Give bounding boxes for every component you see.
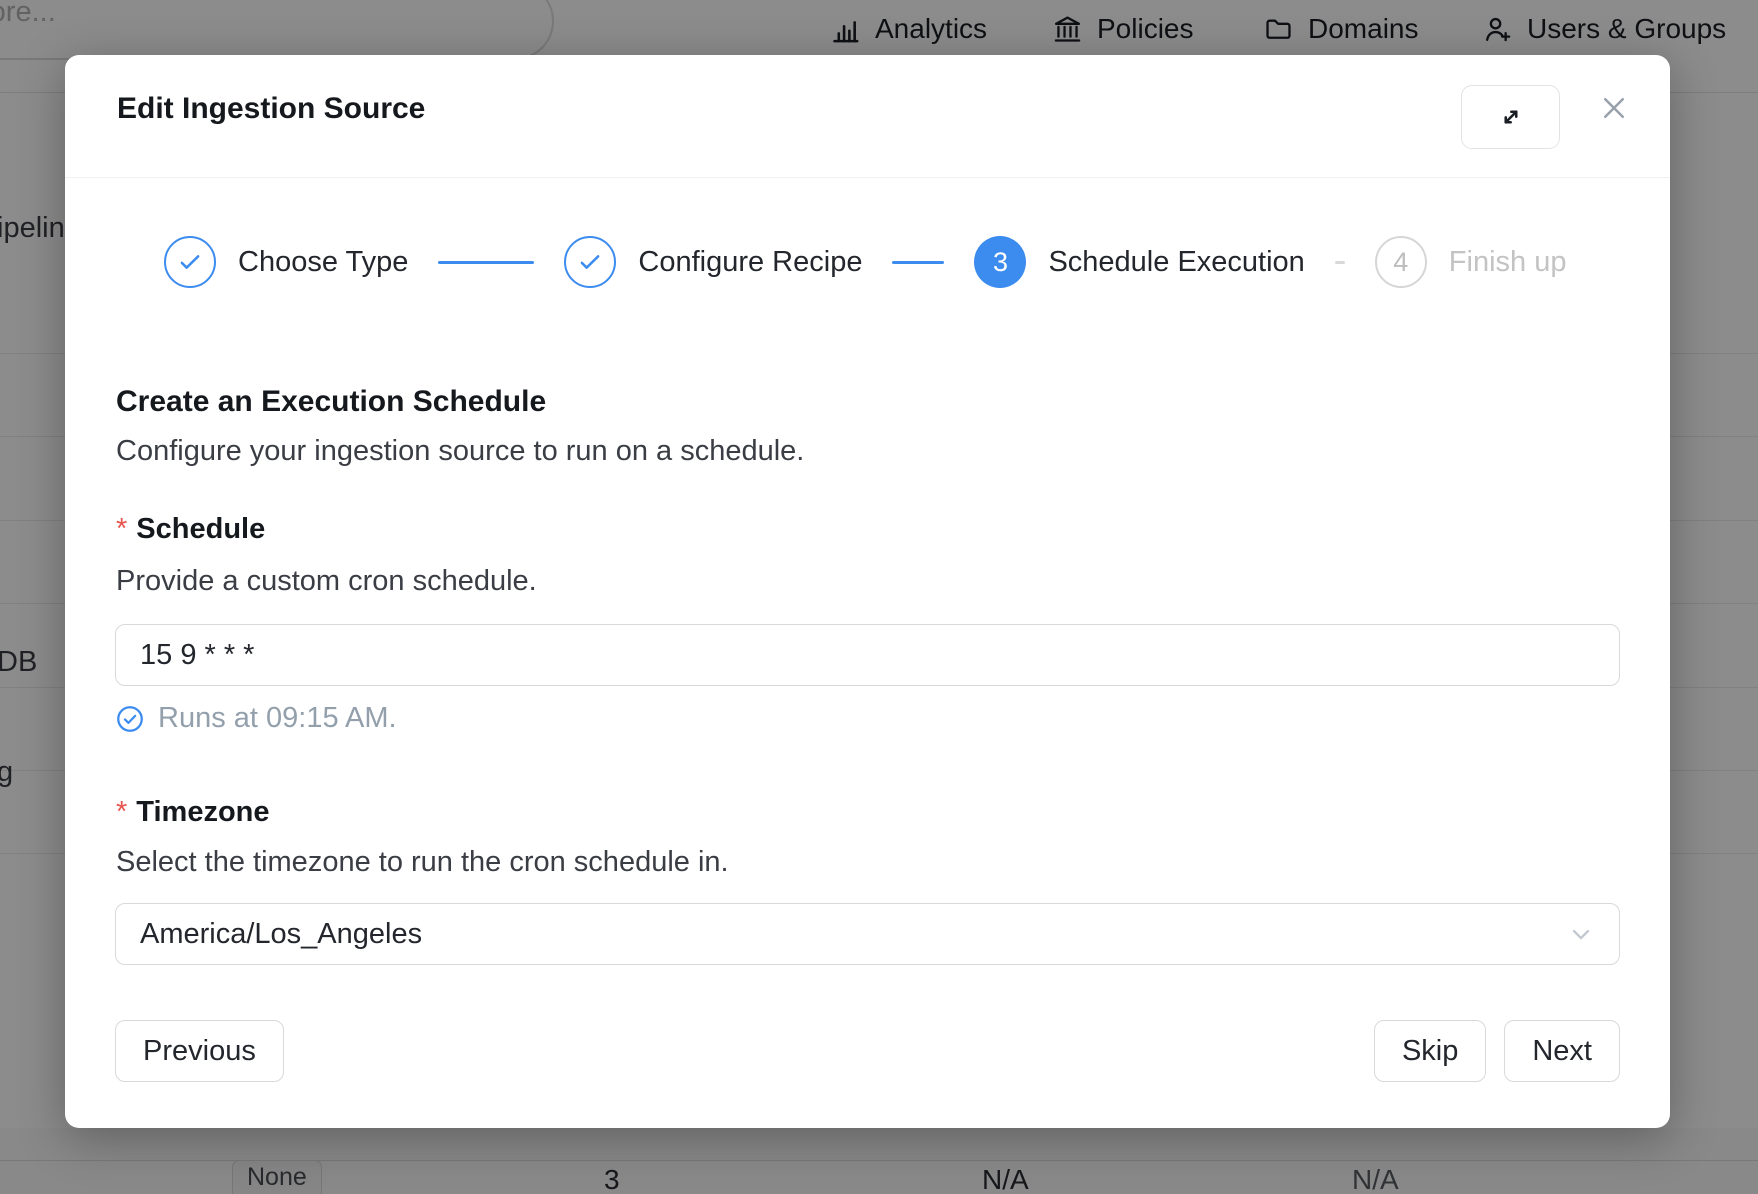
chevron-down-icon bbox=[1567, 920, 1595, 948]
close-icon bbox=[1599, 93, 1629, 123]
step-connector bbox=[1335, 261, 1345, 264]
step-3-circle[interactable]: 3 bbox=[974, 236, 1026, 288]
cron-preview: Runs at 09:15 AM. bbox=[115, 702, 1620, 735]
app-screen: , & more... Analytics Policies Domains bbox=[0, 0, 1758, 1194]
schedule-field-help: Provide a custom cron schedule. bbox=[116, 564, 1620, 598]
modal-body: Create an Execution Schedule Configure y… bbox=[65, 384, 1670, 1082]
step-1-label[interactable]: Choose Type bbox=[238, 246, 408, 279]
step-4-label[interactable]: Finish up bbox=[1449, 246, 1567, 279]
check-icon bbox=[177, 249, 203, 275]
step-2-circle[interactable] bbox=[564, 236, 616, 288]
step-2-label[interactable]: Configure Recipe bbox=[638, 246, 862, 279]
step-connector bbox=[438, 261, 534, 264]
schedule-field-label: *Schedule bbox=[116, 512, 1620, 546]
expand-icon bbox=[1497, 103, 1525, 131]
step-connector bbox=[892, 261, 944, 264]
step-3-label[interactable]: Schedule Execution bbox=[1048, 246, 1304, 279]
modal-header: Edit Ingestion Source bbox=[65, 55, 1670, 178]
previous-button[interactable]: Previous bbox=[115, 1020, 284, 1082]
step-1-circle[interactable] bbox=[164, 236, 216, 288]
check-icon bbox=[577, 249, 603, 275]
section-description: Configure your ingestion source to run o… bbox=[116, 434, 1620, 468]
edit-ingestion-source-modal: Edit Ingestion Source Choose Type bbox=[65, 55, 1670, 1128]
timezone-field-help: Select the timezone to run the cron sche… bbox=[116, 845, 1620, 879]
modal-footer: Previous Skip Next bbox=[115, 1020, 1620, 1082]
skip-button[interactable]: Skip bbox=[1374, 1020, 1486, 1082]
section-heading: Create an Execution Schedule bbox=[116, 384, 1620, 420]
close-button[interactable] bbox=[1598, 92, 1630, 124]
required-marker: * bbox=[116, 513, 127, 545]
timezone-select[interactable]: America/Los_Angeles bbox=[115, 903, 1620, 965]
cron-schedule-input[interactable] bbox=[115, 624, 1620, 686]
step-number: 4 bbox=[1393, 247, 1408, 278]
step-number: 3 bbox=[993, 247, 1008, 278]
step-4-circle[interactable]: 4 bbox=[1375, 236, 1427, 288]
expand-button[interactable] bbox=[1461, 85, 1560, 149]
cron-preview-text: Runs at 09:15 AM. bbox=[158, 702, 397, 735]
timezone-field-label: *Timezone bbox=[116, 795, 1620, 829]
modal-title: Edit Ingestion Source bbox=[117, 91, 425, 127]
check-circle-icon bbox=[115, 704, 145, 734]
next-button[interactable]: Next bbox=[1504, 1020, 1620, 1082]
required-marker: * bbox=[116, 796, 127, 828]
timezone-selected-value: America/Los_Angeles bbox=[140, 918, 422, 951]
wizard-stepper: Choose Type Configure Recipe 3 Schedule … bbox=[164, 234, 1630, 290]
